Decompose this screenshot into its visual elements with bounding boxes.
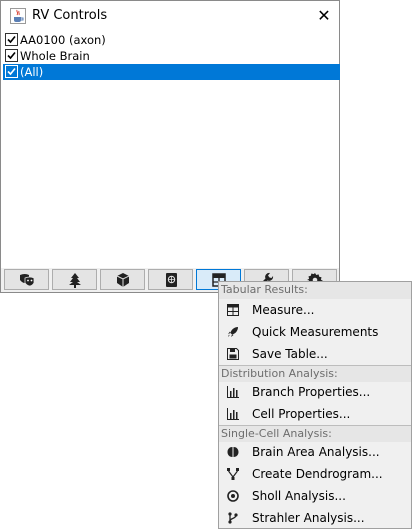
cube-icon <box>116 273 130 287</box>
rv-controls-window: RV Controls ✕ AA0100 (axon) Whole Brain … <box>0 0 340 293</box>
menu-item-brain-area-analysis[interactable]: Brain Area Analysis... <box>219 441 411 463</box>
tree-item-whole-brain[interactable]: Whole Brain <box>3 48 340 64</box>
bar-chart-icon <box>227 386 239 398</box>
menu-item-create-dendrogram[interactable]: Create Dendrogram... <box>219 463 411 485</box>
branch-icon <box>228 512 238 524</box>
menu-item-label: Cell Properties... <box>252 407 351 421</box>
menu-item-label: Brain Area Analysis... <box>252 445 380 459</box>
menu-header-distribution-analysis: Distribution Analysis: <box>219 365 411 382</box>
atlas-icon <box>166 273 177 287</box>
rocket-icon <box>228 327 238 337</box>
table-grid-icon <box>227 304 239 316</box>
window-title: RV Controls <box>32 8 108 23</box>
tree-item-aa0100-axon[interactable]: AA0100 (axon) <box>3 32 340 48</box>
menu-item-strahler-analysis[interactable]: Strahler Analysis... <box>219 507 411 529</box>
menu-item-label: Create Dendrogram... <box>252 467 383 481</box>
data-tree: AA0100 (axon) Whole Brain (All) <box>3 32 340 268</box>
brain-icon <box>227 447 239 457</box>
menu-item-quick-measurements[interactable]: Quick Measurements <box>219 321 411 343</box>
masks-button[interactable] <box>4 269 49 290</box>
tree-item-checkbox[interactable] <box>5 65 18 78</box>
tree-button[interactable] <box>52 269 97 290</box>
table-popup-menu: Tabular Results: Measure... Quick Measur… <box>218 281 412 529</box>
title-bar[interactable]: RV Controls ✕ <box>1 1 339 31</box>
tree-item-checkbox[interactable] <box>5 33 18 46</box>
menu-header-tabular-results: Tabular Results: <box>219 282 411 299</box>
menu-item-label: Strahler Analysis... <box>252 511 365 525</box>
tree-item-all[interactable]: (All) <box>3 64 340 80</box>
menu-item-label: Save Table... <box>252 347 328 361</box>
atlas-button[interactable] <box>148 269 193 290</box>
bar-chart-icon <box>227 408 239 420</box>
tree-item-label: AA0100 (axon) <box>20 33 106 47</box>
menu-item-measure[interactable]: Measure... <box>219 299 411 321</box>
save-icon <box>227 348 239 360</box>
menu-item-save-table[interactable]: Save Table... <box>219 343 411 365</box>
menu-item-label: Sholl Analysis... <box>252 489 346 503</box>
close-icon[interactable]: ✕ <box>313 5 335 27</box>
masks-icon <box>20 274 35 287</box>
menu-item-label: Branch Properties... <box>252 385 371 399</box>
menu-item-label: Quick Measurements <box>252 325 379 339</box>
menu-item-sholl-analysis[interactable]: Sholl Analysis... <box>219 485 411 507</box>
tree-item-label: (All) <box>20 65 44 79</box>
menu-header-single-cell-analysis: Single-Cell Analysis: <box>219 425 411 442</box>
dendrogram-icon <box>227 468 239 480</box>
tree-icon <box>69 273 81 288</box>
bullseye-icon <box>227 490 239 502</box>
menu-item-branch-properties[interactable]: Branch Properties... <box>219 381 411 403</box>
3d-viewer-button[interactable] <box>100 269 145 290</box>
menu-item-label: Measure... <box>252 303 315 317</box>
tree-item-label: Whole Brain <box>20 49 90 63</box>
menu-item-cell-properties[interactable]: Cell Properties... <box>219 403 411 425</box>
java-cup-icon <box>10 8 26 24</box>
tree-item-checkbox[interactable] <box>5 49 18 62</box>
